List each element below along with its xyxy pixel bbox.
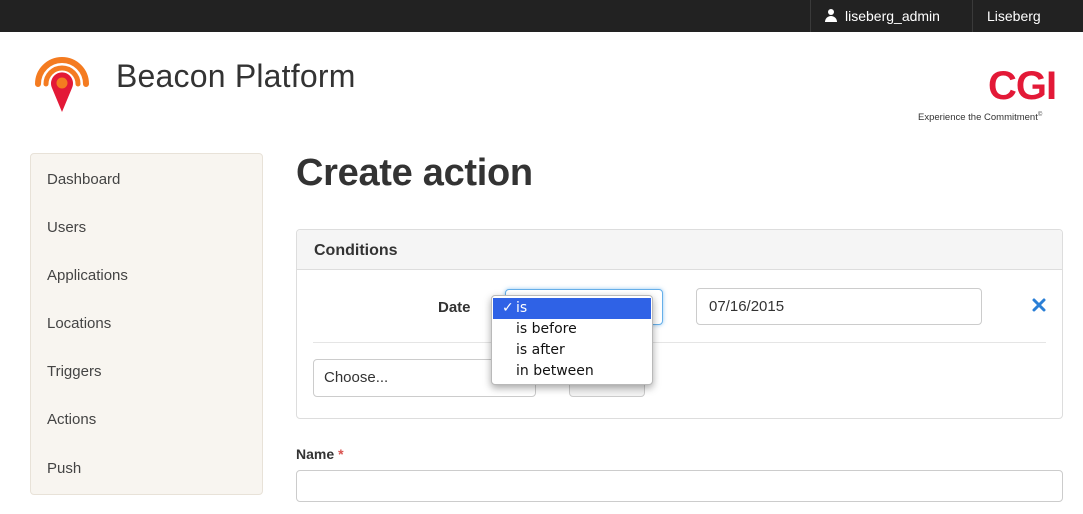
- dropdown-option-is-before[interactable]: is before: [492, 319, 652, 340]
- cgi-tagline-text: Experience the Commitment: [918, 112, 1038, 124]
- top-navbar: liseberg_admin Liseberg: [0, 0, 1083, 32]
- user-menu[interactable]: liseberg_admin: [810, 0, 972, 32]
- sidebar-item-applications[interactable]: Applications: [47, 266, 128, 286]
- sidebar-item-actions[interactable]: Actions: [47, 410, 96, 430]
- name-label-text: Name: [296, 446, 335, 462]
- remove-condition-icon[interactable]: [1031, 297, 1047, 313]
- sidebar-item-locations[interactable]: Locations: [47, 314, 111, 334]
- username-label: liseberg_admin: [845, 8, 940, 24]
- cgi-logo: CGI: [988, 64, 1057, 108]
- sidebar-item-users[interactable]: Users: [47, 218, 86, 238]
- condition-divider: [313, 342, 1046, 343]
- conditions-panel-heading: Conditions: [297, 230, 1062, 270]
- dropdown-option-label: is: [516, 300, 528, 316]
- sidebar-item-dashboard[interactable]: Dashboard: [47, 170, 120, 190]
- beacon-logo-icon[interactable]: [30, 52, 94, 116]
- name-input[interactable]: [296, 470, 1063, 502]
- dropdown-option-in-between[interactable]: in between: [492, 361, 652, 382]
- required-marker: *: [338, 446, 344, 462]
- checkmark-icon: ✓: [502, 300, 514, 316]
- date-value-input[interactable]: 07/16/2015: [696, 288, 982, 325]
- sidebar-nav: Dashboard Users Applications Locations T…: [30, 153, 263, 495]
- sidebar-item-push[interactable]: Push: [47, 459, 81, 479]
- dropdown-option-is[interactable]: ✓ is: [493, 298, 651, 319]
- cgi-tagline-mark: ©: [1037, 112, 1043, 118]
- cgi-tagline: Experience the Commitment©: [918, 112, 1042, 123]
- user-icon: [825, 9, 837, 22]
- name-label: Name *: [296, 446, 344, 462]
- page-title: Create action: [296, 152, 533, 194]
- condition-label-date: Date: [438, 299, 471, 316]
- date-operator-dropdown: ✓ is is before is after in between: [491, 295, 653, 385]
- brand-title[interactable]: Beacon Platform: [116, 58, 356, 95]
- organization-menu[interactable]: Liseberg: [972, 0, 1062, 32]
- sidebar-item-triggers[interactable]: Triggers: [47, 362, 101, 382]
- conditions-heading: Conditions: [314, 242, 398, 259]
- dropdown-option-is-after[interactable]: is after: [492, 340, 652, 361]
